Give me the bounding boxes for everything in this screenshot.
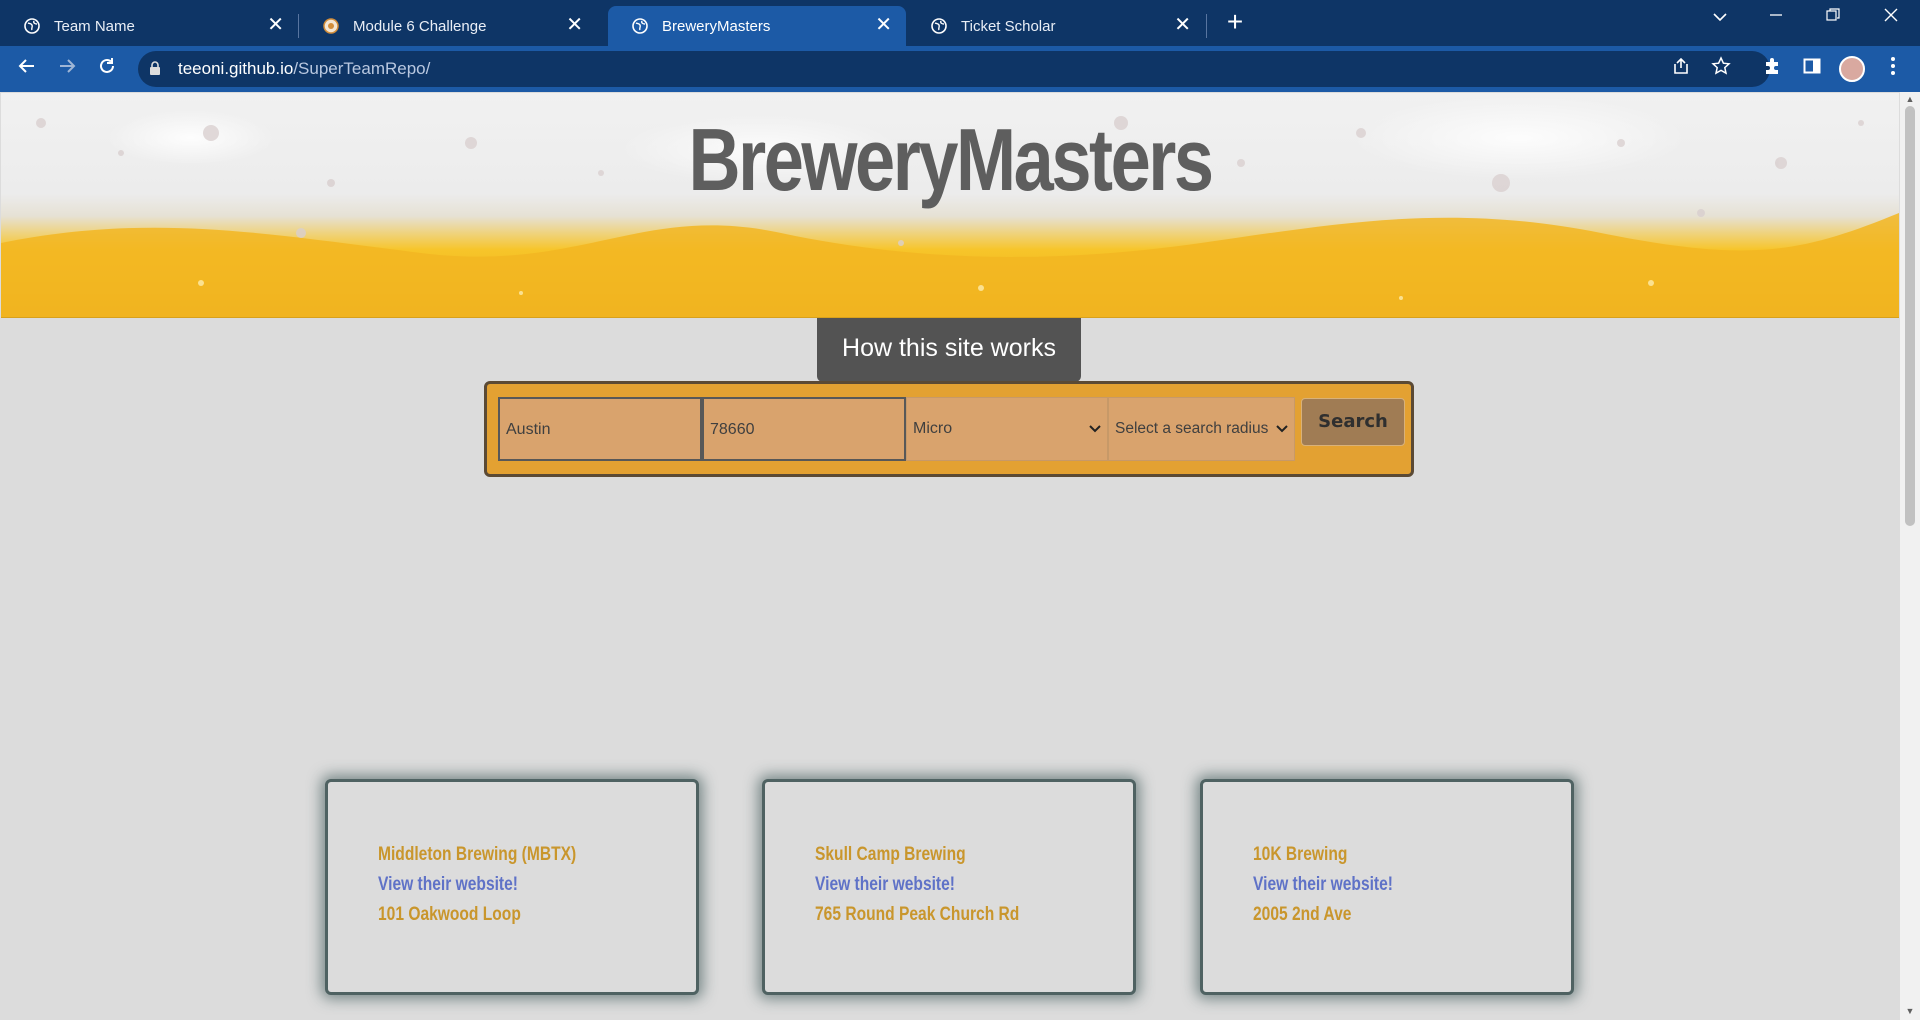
tab-close-icon[interactable]: ✕ bbox=[875, 15, 892, 35]
city-input[interactable]: Austin bbox=[498, 397, 702, 461]
share-icon[interactable] bbox=[1668, 56, 1694, 82]
brewery-address: 101 Oakwood Loop bbox=[378, 904, 521, 925]
brewery-type-value: Micro bbox=[913, 420, 953, 437]
restore-icon[interactable] bbox=[1813, 6, 1853, 27]
brewery-card: 10K Brewing View their website! 2005 2nd… bbox=[1200, 779, 1574, 995]
side-panel-icon[interactable] bbox=[1799, 56, 1825, 82]
brewery-name: Skull Camp Brewing bbox=[815, 844, 966, 865]
chevron-down-icon bbox=[1276, 398, 1288, 460]
globe-icon bbox=[632, 18, 648, 34]
more-menu-icon[interactable] bbox=[1880, 56, 1906, 82]
search-form: Austin 78660 Micro Select a search radiu… bbox=[484, 381, 1414, 477]
brewery-website-link[interactable]: View their website! bbox=[378, 874, 518, 896]
tab-team-name[interactable]: Team Name ✕ bbox=[0, 6, 298, 46]
tab-close-icon[interactable]: ✕ bbox=[566, 15, 583, 35]
brewery-card: Skull Camp Brewing View their website! 7… bbox=[762, 779, 1136, 995]
brewery-website-link[interactable]: View their website! bbox=[815, 874, 955, 896]
search-radius-value: Select a search radius bbox=[1115, 420, 1269, 437]
url-text[interactable]: teeoni.github.io/SuperTeamRepo/ bbox=[178, 59, 430, 79]
hero-banner: BreweryMasters bbox=[1, 93, 1899, 318]
how-site-works-button[interactable]: How this site works bbox=[817, 318, 1081, 382]
scroll-down-arrow-icon[interactable]: ▼ bbox=[1905, 1006, 1915, 1016]
tab-title: Ticket Scholar bbox=[961, 18, 1056, 35]
tab-separator bbox=[1206, 14, 1207, 38]
tab-title: Module 6 Challenge bbox=[353, 18, 487, 35]
how-site-works-label: How this site works bbox=[842, 334, 1056, 362]
close-window-icon[interactable] bbox=[1871, 6, 1911, 27]
browser-tab-strip: Team Name ✕ Module 6 Challenge ✕ Brewery… bbox=[0, 0, 1920, 46]
lock-icon[interactable] bbox=[150, 61, 160, 75]
tab-title: Team Name bbox=[54, 18, 135, 35]
brewery-card: Middleton Brewing (MBTX) View their webs… bbox=[325, 779, 699, 995]
brewery-type-select[interactable]: Micro bbox=[906, 397, 1108, 461]
tab-ticket-scholar[interactable]: Ticket Scholar ✕ bbox=[907, 6, 1205, 46]
forward-arrow-icon[interactable] bbox=[52, 54, 82, 84]
url-host: teeoni.github.io bbox=[178, 59, 294, 78]
site-title: BreweryMasters bbox=[688, 110, 1214, 209]
tab-close-icon[interactable]: ✕ bbox=[267, 15, 284, 35]
bookmark-star-icon[interactable] bbox=[1708, 56, 1734, 82]
chevron-down-icon bbox=[1089, 398, 1101, 460]
minimize-icon[interactable] bbox=[1756, 6, 1796, 27]
globe-icon bbox=[931, 18, 947, 34]
scrollbar-thumb[interactable] bbox=[1905, 106, 1915, 526]
search-button[interactable]: Search bbox=[1301, 398, 1405, 446]
reload-icon[interactable] bbox=[92, 54, 122, 84]
profile-avatar[interactable] bbox=[1839, 56, 1865, 82]
zip-input[interactable]: 78660 bbox=[702, 397, 906, 461]
tab-close-icon[interactable]: ✕ bbox=[1174, 15, 1191, 35]
brewery-name: Middleton Brewing (MBTX) bbox=[378, 844, 577, 865]
brewery-address: 765 Round Peak Church Rd bbox=[815, 904, 1020, 925]
tab-search-icon[interactable] bbox=[1700, 6, 1740, 27]
new-tab-button[interactable]: + bbox=[1222, 8, 1248, 36]
globe-icon bbox=[24, 18, 40, 34]
extensions-puzzle-icon[interactable] bbox=[1759, 56, 1785, 82]
tab-module-6-challenge[interactable]: Module 6 Challenge ✕ bbox=[299, 6, 597, 46]
tab-brewerymasters[interactable]: BreweryMasters ✕ bbox=[608, 6, 906, 46]
brewery-website-link[interactable]: View their website! bbox=[1253, 874, 1393, 896]
scroll-up-arrow-icon[interactable]: ▲ bbox=[1905, 94, 1915, 104]
brewery-address: 2005 2nd Ave bbox=[1253, 904, 1352, 925]
browser-toolbar: teeoni.github.io/SuperTeamRepo/ bbox=[0, 46, 1920, 92]
search-radius-select[interactable]: Select a search radius bbox=[1108, 397, 1295, 461]
site-favicon bbox=[323, 18, 339, 34]
url-path: /SuperTeamRepo/ bbox=[293, 59, 431, 78]
address-bar[interactable]: teeoni.github.io/SuperTeamRepo/ bbox=[138, 51, 1770, 87]
brewery-name: 10K Brewing bbox=[1253, 844, 1348, 865]
page-scrollbar[interactable]: ▲ ▼ bbox=[1900, 92, 1920, 1020]
back-arrow-icon[interactable] bbox=[12, 54, 42, 84]
tab-title: BreweryMasters bbox=[662, 18, 771, 35]
page-viewport: BreweryMasters How this site works Austi… bbox=[0, 92, 1900, 1020]
